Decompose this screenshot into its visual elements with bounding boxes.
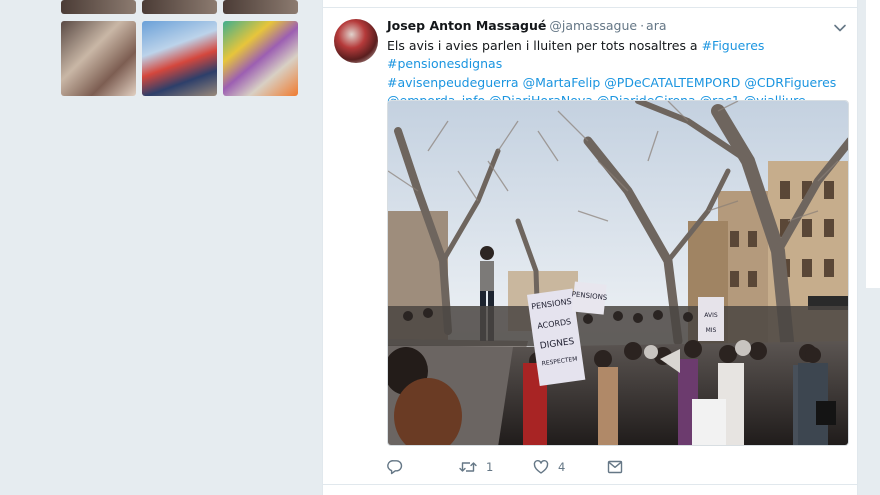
tweet-photo[interactable]: PENSIONS ACORDS DIGNES RESPECTEM PENSION… [387, 100, 849, 446]
media-thumbnail[interactable] [223, 0, 298, 14]
like-button[interactable]: 4 [533, 456, 565, 478]
hashtag-link[interactable]: #pensionesdignas [387, 56, 502, 71]
mention-link[interactable]: @MartaFelip [523, 75, 601, 90]
svg-text:AVIS: AVIS [704, 312, 718, 319]
hashtag-link[interactable]: #avisenpeudeguerra [387, 75, 519, 90]
media-thumbnail[interactable] [142, 21, 217, 96]
media-thumbnail[interactable] [142, 0, 217, 14]
avatar[interactable] [334, 19, 378, 63]
tweet-header: Josep Anton Massagué @jamassague · ara [387, 18, 847, 36]
tweet-text-plain: Els avis i avies parlen i lluiten per to… [387, 38, 702, 53]
reply-button[interactable] [387, 456, 403, 478]
chevron-down-icon[interactable] [833, 20, 847, 34]
divider [323, 7, 857, 8]
media-thumbnail[interactable] [223, 21, 298, 96]
heart-icon [533, 459, 549, 475]
tweet-actions: 1 4 [387, 456, 847, 478]
author-username[interactable]: @jamassague [549, 18, 637, 33]
retweet-count: 1 [486, 460, 494, 474]
author-fullname[interactable]: Josep Anton Massagué [387, 18, 546, 33]
divider [323, 484, 857, 485]
envelope-icon [607, 460, 623, 474]
media-thumbnail[interactable] [61, 0, 136, 14]
svg-text:MIS: MIS [706, 327, 717, 334]
hashtag-link[interactable]: #Figueres [702, 38, 765, 53]
mention-link[interactable]: @PDeCATALTEMPORD [604, 75, 740, 90]
reply-icon [387, 459, 403, 475]
retweet-button[interactable]: 1 [459, 456, 493, 478]
direct-message-button[interactable] [607, 456, 623, 478]
mention-link[interactable]: @CDRFigueres [744, 75, 836, 90]
right-sidebar-panel [866, 0, 880, 288]
like-count: 4 [558, 460, 566, 474]
header-separator: · [640, 18, 645, 33]
retweet-icon [459, 459, 477, 475]
timeline-column: Josep Anton Massagué @jamassague · ara Els … [322, 0, 858, 495]
tweet-timestamp[interactable]: ara [646, 18, 666, 33]
media-thumbnail[interactable] [61, 21, 136, 96]
